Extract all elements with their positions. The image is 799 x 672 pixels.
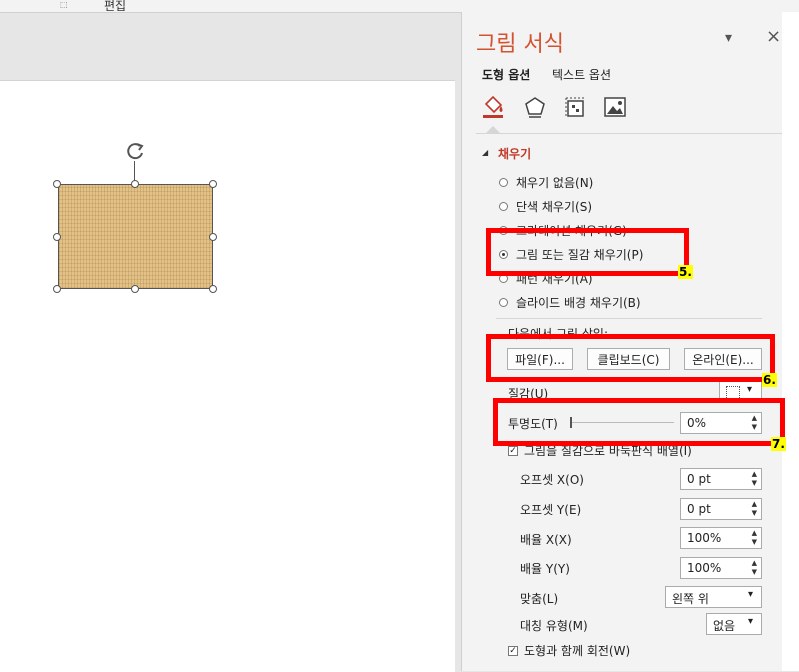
annotation-box-7 [493, 398, 785, 446]
picture-icon[interactable] [603, 95, 627, 119]
mirror-type-value: 없음 [713, 619, 736, 633]
offset-y-label: 오프셋 Y(E) [520, 503, 582, 517]
annotation-badge-6: 6. [762, 373, 777, 387]
offset-x-label: 오프셋 X(O) [520, 473, 584, 487]
radio-solid-fill[interactable] [499, 202, 508, 211]
fill-separator [496, 318, 762, 319]
resize-handle-bm[interactable] [131, 285, 139, 293]
pane-title: 그림 서식 [476, 32, 564, 57]
mirror-type-dropdown[interactable]: 없음 ▾ [706, 613, 762, 635]
annotation-box-6 [486, 334, 775, 382]
resize-handle-bl[interactable] [53, 285, 61, 293]
fill-line-icon[interactable] [480, 94, 506, 120]
annotation-box-5 [486, 228, 689, 276]
collapse-triangle-icon[interactable]: ◢ [482, 148, 488, 157]
offset-y-value: 0 pt [687, 502, 711, 516]
window-edge [782, 12, 799, 671]
texture-picture-shape[interactable] [58, 184, 213, 289]
resize-handle-mr[interactable] [209, 233, 217, 241]
align-dropdown[interactable]: 왼쪽 위 ▾ [665, 586, 762, 608]
align-label: 맞춤(L) [520, 592, 559, 606]
tile-checkbox[interactable]: ✓ [508, 446, 518, 456]
tab-shape-options[interactable]: 도형 옵션 [482, 66, 530, 83]
scale-x-value: 100% [687, 531, 722, 545]
scale-x-label: 배율 X(X) [520, 533, 572, 547]
spin-up-icon[interactable]: ▲ [752, 559, 757, 567]
spin-down-icon[interactable]: ▼ [752, 479, 757, 487]
offset-x-spinner[interactable]: 0 pt ▲ ▼ [680, 468, 762, 490]
chevron-down-icon: ▾ [748, 589, 754, 600]
tab-text-options[interactable]: 텍스트 옵션 [552, 66, 611, 83]
resize-handle-tl[interactable] [53, 180, 61, 188]
size-properties-icon[interactable] [562, 94, 588, 120]
spin-down-icon[interactable]: ▼ [752, 568, 757, 576]
annotation-badge-7: 7. [771, 437, 786, 451]
chevron-down-icon: ▾ [748, 616, 754, 627]
spin-up-icon[interactable]: ▲ [752, 529, 757, 537]
offset-y-spinner[interactable]: 0 pt ▲ ▼ [680, 498, 762, 520]
section-fill-header[interactable]: 채우기 [498, 145, 531, 162]
scale-x-spinner[interactable]: 100% ▲ ▼ [680, 527, 762, 549]
pane-options-chevron-down-icon[interactable]: ▾ [725, 30, 732, 46]
tabs-separator [476, 133, 782, 134]
align-value: 왼쪽 위 [672, 592, 709, 606]
slide-canvas[interactable] [0, 80, 455, 672]
mirror-type-label: 대칭 유형(M) [520, 619, 588, 633]
resize-handle-tm[interactable] [131, 180, 139, 188]
ribbon-group-label: 편집 [104, 0, 127, 13]
chevron-down-icon: ▾ [747, 384, 753, 395]
option-slide-bg-fill-label: 슬라이드 배경 채우기(B) [516, 296, 641, 310]
scale-y-value: 100% [687, 561, 722, 575]
resize-handle-br[interactable] [209, 285, 217, 293]
scale-y-spinner[interactable]: 100% ▲ ▼ [680, 557, 762, 579]
spin-down-icon[interactable]: ▼ [752, 509, 757, 517]
close-icon[interactable]: × [766, 26, 781, 47]
radio-no-fill[interactable] [499, 178, 508, 187]
effects-icon[interactable] [522, 94, 548, 120]
rotate-handle-icon[interactable] [124, 140, 148, 162]
spin-up-icon[interactable]: ▲ [752, 470, 757, 478]
option-solid-fill-label: 단색 채우기(S) [516, 200, 592, 214]
active-tab-pointer [486, 126, 500, 133]
scale-y-label: 배율 Y(Y) [520, 562, 570, 576]
rotate-with-shape-label: 도형과 함께 회전(W) [524, 644, 631, 658]
dialog-launcher-icon[interactable]: ⬚ [60, 0, 68, 9]
resize-handle-ml[interactable] [53, 233, 61, 241]
resize-handle-tr[interactable] [209, 180, 217, 188]
offset-x-value: 0 pt [687, 472, 711, 486]
option-no-fill-label: 채우기 없음(N) [516, 176, 594, 190]
spin-down-icon[interactable]: ▼ [752, 538, 757, 546]
spin-up-icon[interactable]: ▲ [752, 500, 757, 508]
radio-slide-bg-fill[interactable] [499, 298, 508, 307]
rotate-with-shape-checkbox[interactable]: ✓ [508, 646, 518, 656]
annotation-badge-5: 5. [678, 265, 693, 279]
